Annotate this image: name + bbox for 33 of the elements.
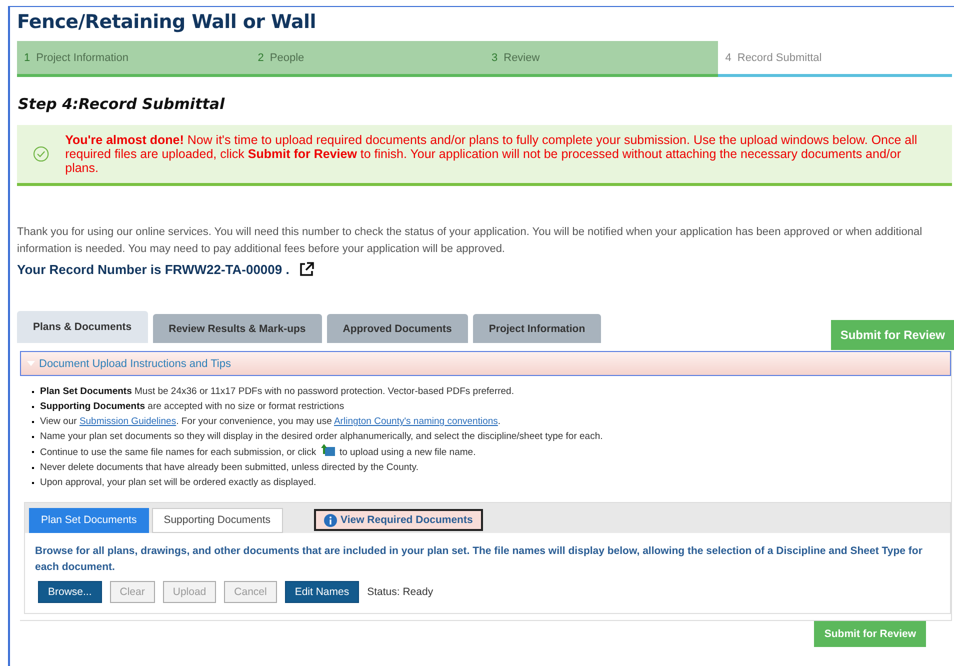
progress-step: 1 Project Information xyxy=(17,41,251,77)
text-link[interactable]: Submission Guidelines xyxy=(79,416,176,427)
bullet-text: Name your plan set documents so they will display in the desired order alphanumerically, and select the discipline/sheet type for each. xyxy=(40,430,603,444)
tab[interactable]: Approved Documents xyxy=(326,314,468,343)
intro-text: Thank you for using our online services. You will need this number to check the status of your application. You will be notified when your application has been approved or when additional information is needed. You may need to pay additional fees before your application will be approved. xyxy=(17,225,924,257)
progress-step: 2 People xyxy=(250,41,484,77)
bullet-text: View our Submission Guidelines. For your convenience, you may use Arlington County's naming conventions. xyxy=(40,415,501,429)
caret-icon xyxy=(27,361,35,366)
record-number: Your Record Number is FRWW22-TA-00009 . xyxy=(17,262,290,277)
upload-icon[interactable] xyxy=(320,444,335,456)
upload-tab[interactable]: Plan Set Documents xyxy=(29,508,149,532)
tab[interactable]: Review Results & Mark-ups xyxy=(152,314,322,343)
alert-message: You're almost done! Now it's time to upload required documents and/or plans to fully complete your submission. Use the upload windows below. Once all required files are uploaded, click Submit for Review to finish. Your application will not be processed without attaching the necessary documents and/or plans. xyxy=(65,133,918,175)
upload-status: Status: Ready xyxy=(367,586,434,598)
upload-tab[interactable]: Supporting Documents xyxy=(152,508,283,532)
bullet-text: Supporting Documents are accepted with no size or format restrictions xyxy=(40,400,344,414)
progress-step: 3 Review xyxy=(484,41,718,77)
upload-description: Browse for all plans, drawings, and other documents that are included in your plan set. The file names will display below, allowing the selection of a Discipline and Sheet Type for each document. xyxy=(35,544,924,575)
view-required-documents-button[interactable]: View Required Documents xyxy=(314,509,483,531)
tab[interactable]: Plans & Documents xyxy=(17,311,148,343)
info-icon xyxy=(324,514,337,526)
bullet-text: Plan Set Documents Must be 24x36 or 11x17 PDFs with no password protection. Vector-based PDFs preferred. xyxy=(40,385,514,399)
accordion-header[interactable]: Document Upload Instructions and Tips xyxy=(20,351,951,376)
bullet-text: Continue to use the same file names for each submission, or click to upload using a new file name. xyxy=(40,444,476,460)
upload-action-button[interactable]: Browse... xyxy=(38,581,102,603)
step-heading: Step 4:Record Submittal xyxy=(18,95,226,113)
tab[interactable]: Project Information xyxy=(472,314,602,343)
external-link-icon[interactable] xyxy=(299,262,314,277)
page-title: Fence/Retaining Wall or Wall xyxy=(17,11,317,33)
bullet-text: Upon approval, your plan set will be ordered exactly as displayed. xyxy=(40,476,316,490)
text-link[interactable]: Arlington County's naming conventions xyxy=(334,416,498,427)
bullet-text: Never delete documents that have already been submitted, unless directed by the County. xyxy=(40,461,418,475)
upload-action-button[interactable]: Edit Names xyxy=(284,581,360,603)
